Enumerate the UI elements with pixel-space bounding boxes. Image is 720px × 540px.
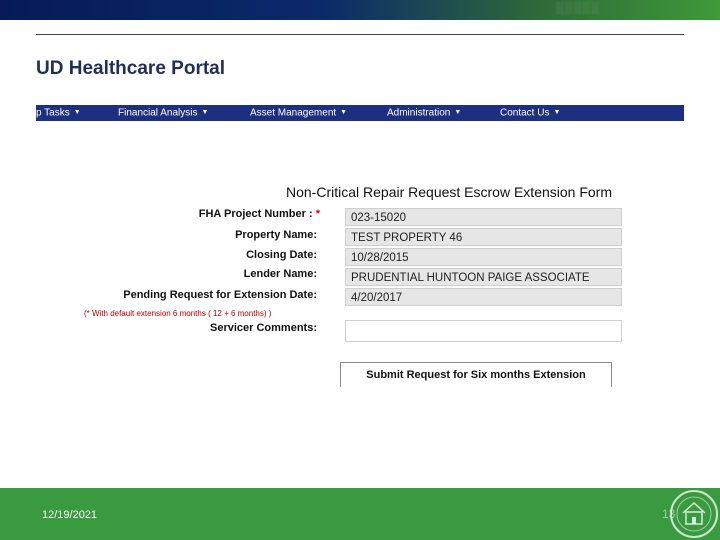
extension-date-field[interactable]: 4/20/2017 — [345, 288, 622, 306]
nav-item-label: Asset Management — [250, 107, 337, 119]
field-label-fha-project-number: FHA Project Number : * — [199, 208, 320, 220]
fha-project-number-field[interactable]: 023-15020 — [345, 208, 622, 226]
closing-date-field[interactable]: 10/28/2015 — [345, 248, 622, 266]
extension-note: (* With default extension 6 months ( 12 … — [84, 309, 272, 318]
chevron-down-icon: ▼ — [201, 109, 209, 116]
hud-seal-icon — [670, 490, 718, 538]
nav-item-label: Administration — [387, 107, 451, 119]
field-label-extension-date: Pending Request for Extension Date: — [123, 289, 317, 301]
screenshot-border — [36, 34, 684, 35]
field-label-servicer-comments: Servicer Comments: — [210, 322, 317, 334]
submit-extension-button[interactable]: Submit Request for Six months Extension — [340, 362, 612, 387]
nav-item-asset-management[interactable]: Asset Management ▼ — [250, 105, 347, 121]
nav-item-label: Contact Us — [500, 107, 550, 119]
footer-date: 12/19/2021 — [42, 509, 98, 521]
slide-footer: 12/19/2021 13 — [0, 488, 720, 540]
main-navbar: p Tasks ▼ Financial Analysis ▼ Asset Manag… — [36, 105, 684, 121]
field-label-closing-date: Closing Date: — [246, 249, 317, 261]
field-label-property-name: Property Name: — [235, 229, 317, 241]
chevron-down-icon: ▼ — [553, 109, 561, 116]
nav-item-label: p Tasks — [36, 107, 70, 119]
chevron-down-icon: ▼ — [73, 109, 81, 116]
top-banner: ▒▒▒▒▒ — [0, 0, 720, 20]
chevron-down-icon: ▼ — [454, 109, 462, 116]
portal-title: UD Healthcare Portal — [36, 58, 226, 79]
title-fade-overlay — [280, 40, 340, 100]
property-name-field[interactable]: TEST PROPERTY 46 — [345, 228, 622, 246]
field-label-lender-name: Lender Name: — [243, 268, 317, 280]
required-marker: * — [315, 208, 320, 220]
form-title: Non-Critical Repair Request Escrow Exten… — [286, 184, 612, 200]
lender-name-field[interactable]: PRUDENTIAL HUNTOON PAIGE ASSOCIATE — [345, 268, 622, 286]
field-label-text: FHA Project Number : — [198, 208, 313, 220]
nav-item-financial-analysis[interactable]: Financial Analysis ▼ — [118, 105, 208, 121]
chevron-down-icon: ▼ — [340, 109, 348, 116]
banner-watermark: ▒▒▒▒▒ — [556, 2, 600, 14]
nav-item-tasks[interactable]: p Tasks ▼ — [36, 105, 81, 121]
nav-item-administration[interactable]: Administration ▼ — [387, 105, 461, 121]
servicer-comments-textarea[interactable] — [345, 320, 622, 342]
nav-item-contact-us[interactable]: Contact Us ▼ — [500, 105, 560, 121]
nav-item-label: Financial Analysis — [118, 107, 198, 119]
